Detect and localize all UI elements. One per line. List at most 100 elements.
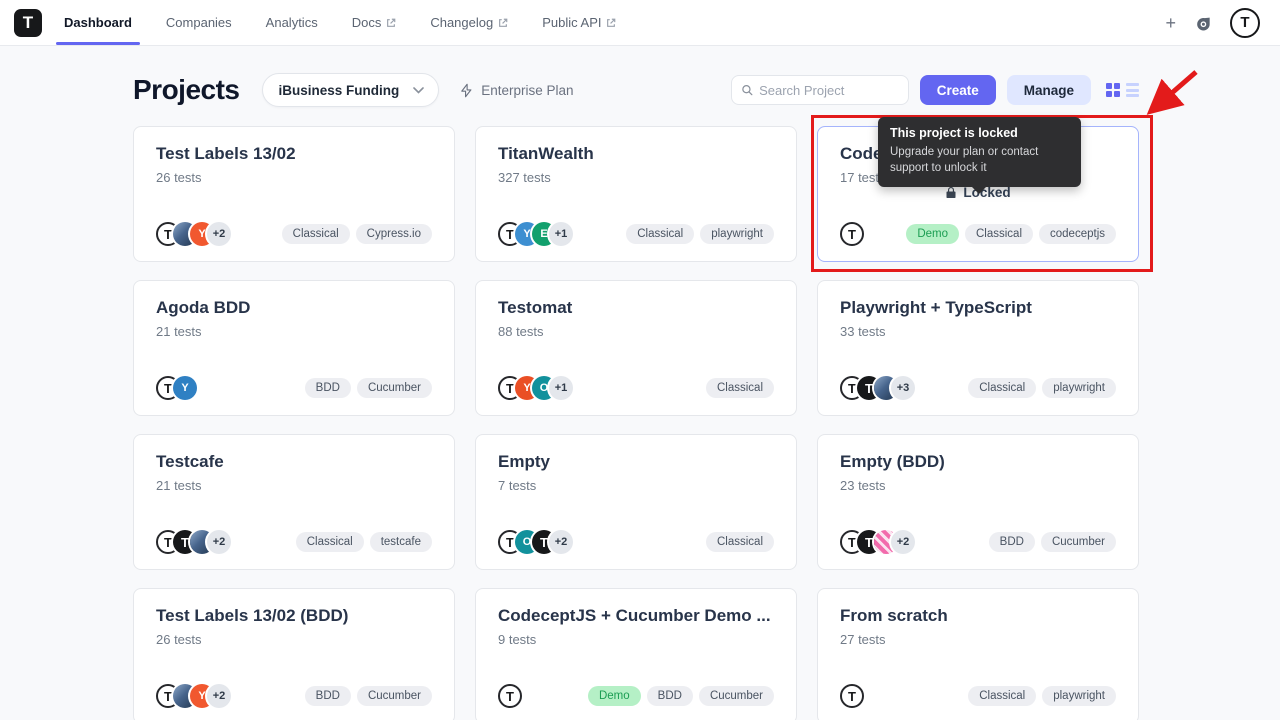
manage-button[interactable]: Manage bbox=[1006, 75, 1091, 105]
lightning-icon bbox=[461, 83, 472, 97]
card-footer: T Y E +1 Classical playwright bbox=[498, 222, 774, 246]
project-card[interactable]: Empty 7 tests T O T +2 Classical bbox=[475, 434, 797, 570]
tag[interactable]: Classical bbox=[705, 532, 774, 552]
avatar-stack: T bbox=[498, 684, 522, 708]
tag[interactable]: BDD bbox=[304, 686, 351, 706]
project-title: TitanWealth bbox=[498, 144, 594, 163]
tag-list: Classical playwright bbox=[968, 686, 1116, 706]
tag[interactable]: playwright bbox=[1042, 378, 1116, 398]
nav-item-public-api[interactable]: Public API bbox=[542, 0, 616, 45]
nav-item-changelog[interactable]: Changelog bbox=[430, 0, 508, 45]
tag[interactable]: playwright bbox=[1042, 686, 1116, 706]
project-tests-count: 21 tests bbox=[156, 324, 202, 339]
tag[interactable]: Classical bbox=[965, 224, 1034, 244]
tag[interactable]: Demo bbox=[906, 224, 959, 244]
avatar-stack: TY bbox=[156, 376, 197, 400]
tag[interactable]: BDD bbox=[304, 378, 351, 398]
tag[interactable]: Demo bbox=[587, 686, 641, 706]
card-footer: T O T +2 Classical bbox=[498, 530, 774, 554]
grid-view-icon[interactable] bbox=[1106, 83, 1120, 97]
tag[interactable]: Classical bbox=[626, 224, 695, 244]
tag[interactable]: Cucumber bbox=[698, 686, 774, 706]
avatar-stack: T O T +2 bbox=[498, 530, 573, 554]
avatar-overflow-badge: +3 bbox=[891, 376, 915, 400]
tag[interactable]: testcafe bbox=[369, 532, 432, 552]
avatar: T bbox=[840, 222, 864, 246]
nav-item-dashboard[interactable]: Dashboard bbox=[56, 0, 140, 45]
tag-list: Demo BDD Cucumber bbox=[587, 686, 774, 706]
avatar-overflow-badge: +2 bbox=[207, 222, 231, 246]
project-card[interactable]: CodeceptJS + Cucumber Demo ... 9 tests T De… bbox=[475, 588, 797, 720]
annotation-arrow bbox=[1146, 70, 1198, 115]
tag-list: Classical bbox=[705, 378, 774, 398]
tag-list: BDD Cucumber bbox=[988, 532, 1116, 552]
add-icon[interactable]: + bbox=[1165, 14, 1176, 32]
tag-list: BDD Cucumber bbox=[304, 686, 432, 706]
tag[interactable]: Cucumber bbox=[1040, 532, 1116, 552]
tag-list: Classical playwright bbox=[968, 378, 1116, 398]
tag[interactable]: Classical bbox=[968, 378, 1037, 398]
project-title: Testcafe bbox=[156, 452, 224, 471]
project-tests-count: 26 tests bbox=[156, 632, 202, 647]
project-tests-count: 7 tests bbox=[498, 478, 537, 493]
card-footer: T Classical playwright bbox=[840, 684, 1116, 708]
project-card[interactable]: Testcafe 21 tests T T +2 Classical testcafe bbox=[133, 434, 455, 570]
project-tests-count: 23 tests bbox=[840, 478, 886, 493]
nav-item-companies[interactable]: Companies bbox=[166, 0, 232, 45]
avatar-stack: T bbox=[840, 222, 864, 246]
plan-badge: Enterprise Plan bbox=[459, 83, 574, 98]
card-footer: T Y +2 Classical Cypress.io bbox=[156, 222, 432, 246]
project-card[interactable]: Test Labels 13/02 (BDD) 26 tests T Y +2 BDD Cu… bbox=[133, 588, 455, 720]
project-tests-count: 26 tests bbox=[156, 170, 202, 185]
avatar-overflow-badge: +2 bbox=[891, 530, 915, 554]
tag[interactable]: codeceptjs bbox=[1039, 224, 1116, 244]
project-card[interactable]: TitanWealth 327 tests T Y E +1 Classical playwr… bbox=[475, 126, 797, 262]
card-footer: T T +2 Classical testcafe bbox=[156, 530, 432, 554]
tag[interactable]: Cypress.io bbox=[355, 224, 432, 244]
project-tests-count: 9 tests bbox=[498, 632, 537, 647]
tag[interactable]: playwright bbox=[700, 224, 774, 244]
avatar: Y bbox=[173, 376, 197, 400]
tag[interactable]: BDD bbox=[646, 686, 693, 706]
project-title: Test Labels 13/02 (BDD) bbox=[156, 606, 349, 625]
project-card[interactable]: Testomat 88 tests T Y O +1 Classical bbox=[475, 280, 797, 416]
tag[interactable]: Cucumber bbox=[356, 378, 432, 398]
project-tests-count: 88 tests bbox=[498, 324, 544, 339]
project-card[interactable]: From scratch 27 tests T Classical playwright bbox=[817, 588, 1139, 720]
tag[interactable]: Cucumber bbox=[356, 686, 432, 706]
project-card[interactable]: Agoda BDD 21 tests T Y BDD Cucumber bbox=[133, 280, 455, 416]
projects-grid: Test Labels 13/02 26 tests T Y +2 Classical Cy… bbox=[133, 126, 1139, 720]
project-title: Test Labels 13/02 bbox=[156, 144, 296, 163]
list-view-icon[interactable] bbox=[1126, 83, 1139, 97]
card-footer: T Demo Classical codeceptjs bbox=[840, 222, 1116, 246]
page-header: Projects iBusiness Funding Enterprise Pl… bbox=[133, 70, 1139, 110]
tag[interactable]: BDD bbox=[988, 532, 1035, 552]
avatar-overflow-badge: +2 bbox=[207, 684, 231, 708]
user-avatar[interactable]: T bbox=[1230, 7, 1260, 38]
card-footer: T T +2 BDD Cucumber bbox=[840, 530, 1116, 554]
project-card[interactable]: Empty (BDD) 23 tests T T +2 BDD Cucumber bbox=[817, 434, 1139, 570]
search-input[interactable] bbox=[759, 82, 899, 98]
project-title: CodeceptJS + Cucumber Demo ... bbox=[498, 606, 771, 625]
support-icon[interactable] bbox=[1193, 13, 1213, 33]
create-button[interactable]: Create bbox=[919, 75, 996, 105]
nav-item-docs[interactable]: Docs bbox=[352, 0, 397, 45]
avatar: T bbox=[840, 684, 864, 708]
brand-logo[interactable]: T bbox=[14, 8, 42, 37]
company-selector[interactable]: iBusiness Funding bbox=[261, 73, 440, 107]
avatar-stack: T T +2 bbox=[840, 530, 915, 554]
search-icon bbox=[741, 85, 753, 96]
lock-icon bbox=[946, 187, 956, 198]
tag[interactable]: Classical bbox=[968, 686, 1037, 706]
avatar: T bbox=[498, 684, 522, 708]
tag[interactable]: Classical bbox=[295, 532, 364, 552]
nav-item-analytics[interactable]: Analytics bbox=[266, 0, 318, 45]
tag[interactable]: Classical bbox=[281, 224, 350, 244]
avatar-overflow-badge: +2 bbox=[549, 530, 573, 554]
project-tests-count: 21 tests bbox=[156, 478, 202, 493]
tooltip-body: Upgrade your plan or contact support to … bbox=[890, 146, 1039, 175]
project-card[interactable]: Playwright + TypeScript 33 tests T T +3 Class… bbox=[817, 280, 1139, 416]
avatar-overflow-badge: +1 bbox=[549, 222, 573, 246]
project-card[interactable]: Test Labels 13/02 26 tests T Y +2 Classical Cy… bbox=[133, 126, 455, 262]
tag[interactable]: Classical bbox=[705, 378, 774, 398]
